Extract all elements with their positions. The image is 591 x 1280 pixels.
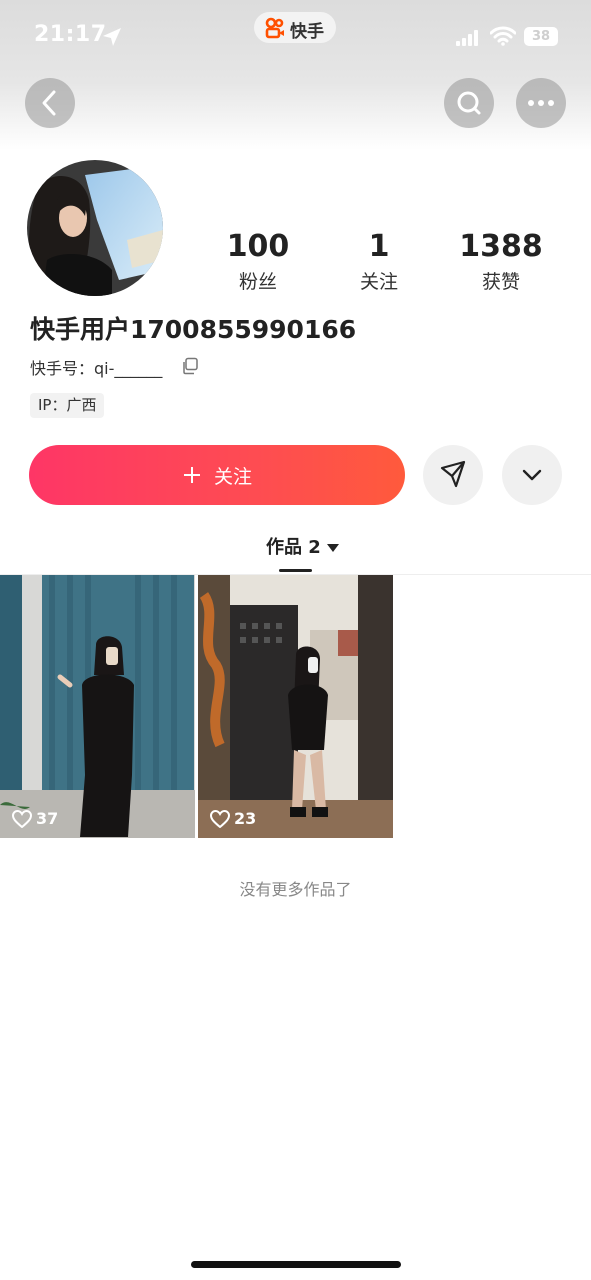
followers-label: 粉丝 bbox=[238, 271, 277, 293]
following-label: 关注 bbox=[359, 271, 398, 293]
wifi-icon bbox=[490, 26, 516, 46]
work-likes-count: 23 bbox=[234, 809, 257, 828]
expand-button[interactable] bbox=[502, 445, 562, 505]
stat-followers[interactable]: 100 粉丝 bbox=[193, 230, 323, 294]
copy-icon[interactable] bbox=[181, 357, 199, 375]
username: 快手用户1700855990166 bbox=[30, 315, 357, 344]
work-likes: 37 bbox=[12, 809, 58, 828]
chevron-down-icon bbox=[522, 469, 542, 481]
follow-button[interactable]: 关注 bbox=[29, 445, 405, 505]
work-likes: 23 bbox=[210, 809, 256, 828]
search-button[interactable] bbox=[444, 78, 494, 128]
likes-count: 1388 bbox=[459, 229, 543, 264]
chevron-left-icon bbox=[42, 90, 56, 116]
tab-works[interactable]: 作品 2 bbox=[266, 533, 339, 559]
send-icon bbox=[440, 460, 466, 488]
avatar[interactable] bbox=[27, 160, 163, 296]
stat-likes[interactable]: 1388 获赞 bbox=[436, 230, 566, 294]
follow-label: 关注 bbox=[213, 465, 252, 488]
plus-icon bbox=[183, 467, 200, 483]
heart-icon bbox=[12, 809, 32, 828]
kuaishou-logo-icon bbox=[265, 17, 284, 39]
likes-label: 获赞 bbox=[481, 271, 520, 293]
no-more-works-text: 没有更多作品了 bbox=[239, 880, 352, 899]
stat-following[interactable]: 1 关注 bbox=[314, 230, 444, 294]
avatar-photo bbox=[27, 160, 163, 296]
search-icon bbox=[457, 91, 481, 115]
cellular-signal-icon bbox=[456, 30, 478, 46]
work-thumbnail-image bbox=[0, 575, 195, 838]
work-thumbnail[interactable]: 23 bbox=[198, 575, 393, 838]
followers-count: 100 bbox=[226, 229, 290, 264]
caret-down-icon bbox=[326, 544, 339, 552]
battery-indicator: 38 bbox=[524, 27, 558, 46]
home-indicator[interactable] bbox=[191, 1261, 401, 1268]
status-time: 21:17 bbox=[34, 22, 107, 47]
app-pill-label: 快手 bbox=[290, 22, 324, 42]
heart-icon bbox=[210, 809, 230, 828]
work-thumbnail-image bbox=[198, 575, 393, 838]
app-source-pill[interactable]: 快手 bbox=[254, 12, 336, 43]
work-likes-count: 37 bbox=[36, 809, 59, 828]
more-horizontal-icon bbox=[528, 100, 554, 106]
tab-active-indicator bbox=[279, 569, 312, 572]
share-button[interactable] bbox=[423, 445, 483, 505]
back-button[interactable] bbox=[25, 78, 75, 128]
work-thumbnail[interactable]: 37 bbox=[0, 575, 195, 838]
location-arrow-icon bbox=[103, 28, 121, 46]
following-count: 1 bbox=[368, 229, 390, 264]
tab-works-label: 作品 2 bbox=[266, 537, 321, 558]
ip-location-tag: IP：广西 bbox=[30, 393, 105, 418]
kuaishou-id: 快手号：qi-______ bbox=[30, 359, 163, 378]
more-button[interactable] bbox=[516, 78, 566, 128]
